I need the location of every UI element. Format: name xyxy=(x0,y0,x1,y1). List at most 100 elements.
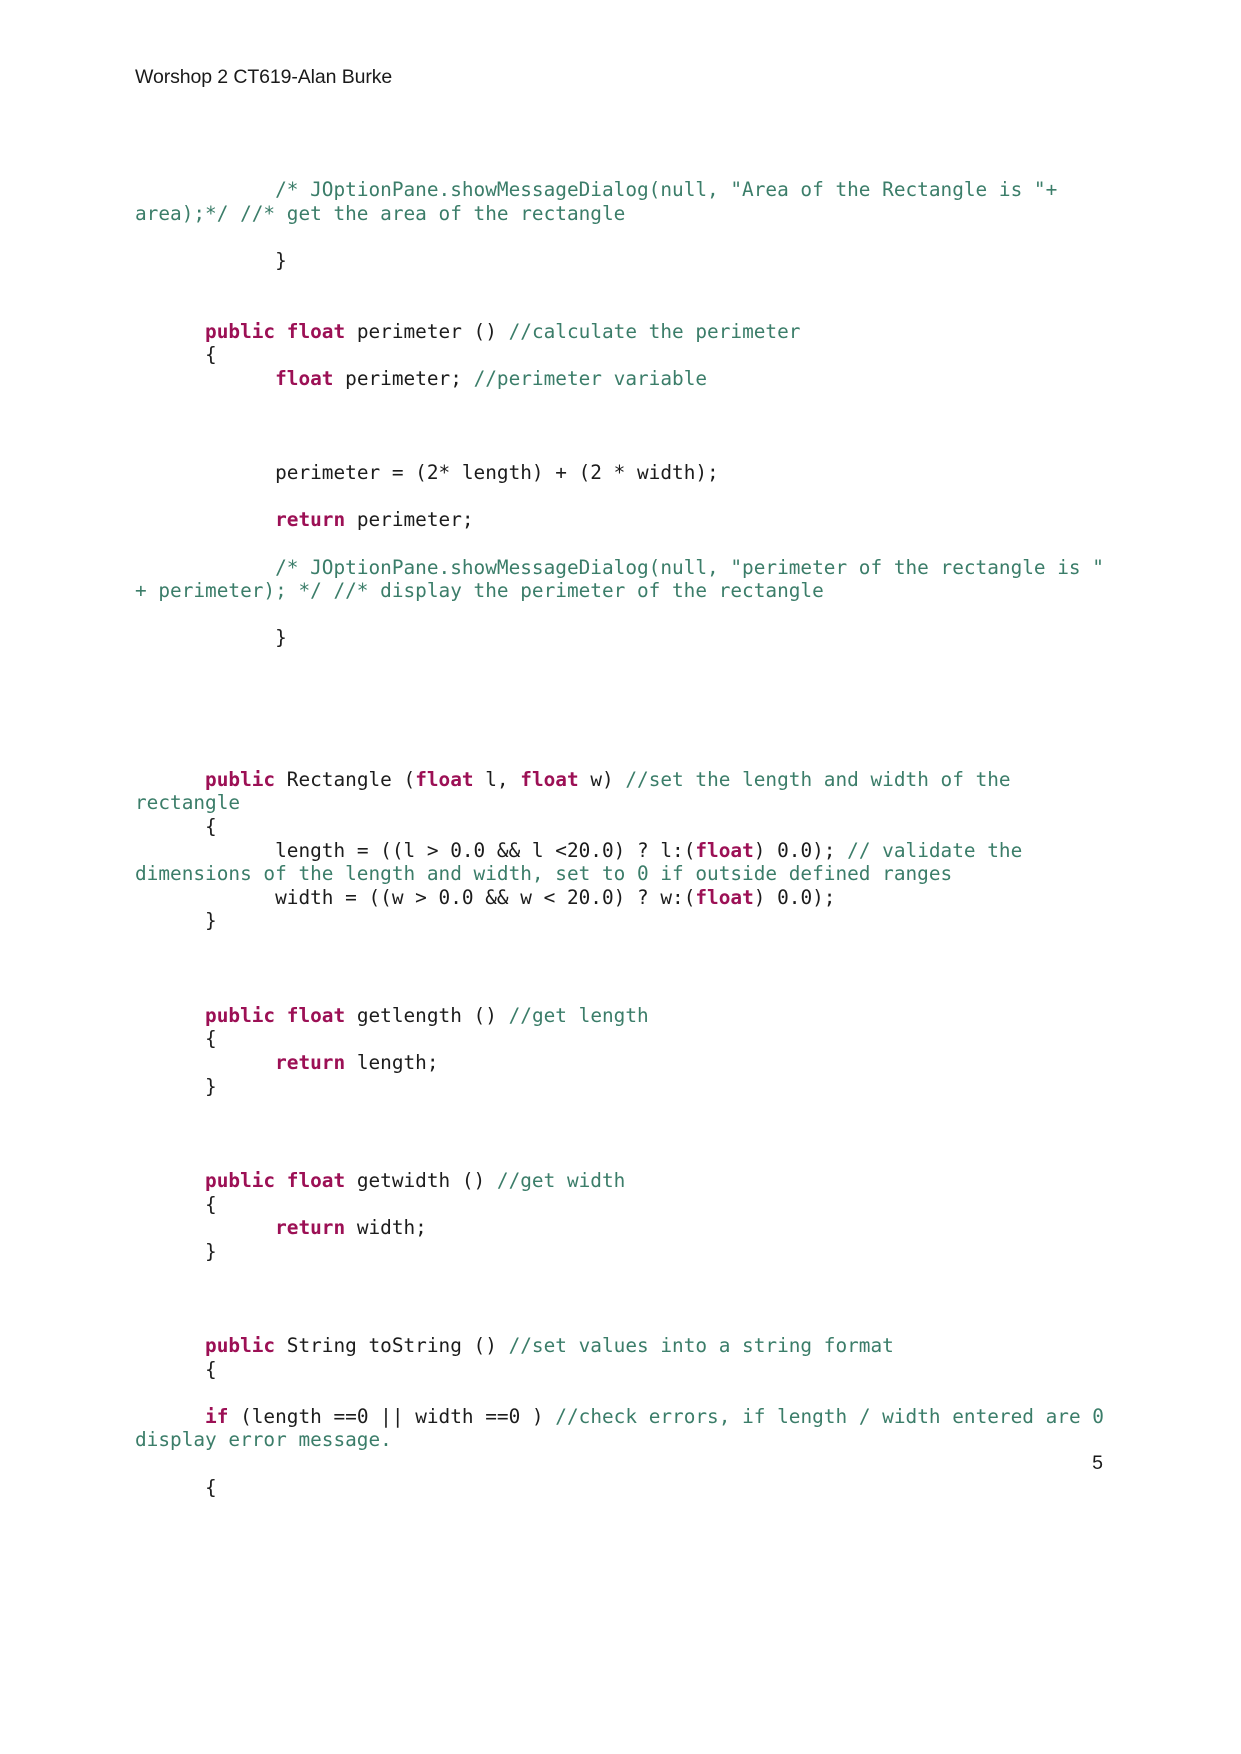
code-line: public float perimeter () //calculate th… xyxy=(135,320,1115,344)
code-text: getwidth () xyxy=(345,1168,497,1192)
code-text: l, xyxy=(473,767,521,791)
code-keyword: float xyxy=(520,767,579,791)
code-comment: //get width xyxy=(496,1168,626,1192)
code-line: return width; xyxy=(135,1216,1115,1240)
code-line: { xyxy=(135,1027,1115,1051)
code-comment: //perimeter variable xyxy=(473,366,708,390)
java-code-block: /* JOptionPane.showMessageDialog(null, "… xyxy=(135,178,1115,1499)
code-text: perimeter = (2* length) + (2 * width); xyxy=(135,461,719,485)
code-text: width = ((w > 0.0 && w < 20.0) ? w:( xyxy=(135,885,696,909)
code-text: } xyxy=(135,1239,217,1263)
code-keyword: public xyxy=(205,767,276,791)
code-keyword: float xyxy=(695,885,754,909)
code-text: width; xyxy=(345,1216,427,1240)
code-line: public Rectangle (float l, float w) //se… xyxy=(135,768,1115,815)
code-keyword: return xyxy=(275,1050,346,1074)
code-line: } xyxy=(135,249,1115,273)
code-text: { xyxy=(135,815,217,839)
code-text: perimeter; xyxy=(345,508,474,532)
code-line: return length; xyxy=(135,1051,1115,1075)
code-text: { xyxy=(135,1475,217,1499)
code-text: { xyxy=(135,1357,217,1381)
code-comment: /* JOptionPane.showMessageDialog(null, "… xyxy=(135,555,1116,603)
code-text: } xyxy=(135,909,217,933)
code-text: perimeter; xyxy=(333,366,474,390)
code-line: public float getwidth () //get width xyxy=(135,1169,1115,1193)
code-line: /* JOptionPane.showMessageDialog(null, "… xyxy=(135,556,1115,603)
code-text: } xyxy=(135,1074,217,1098)
code-line: } xyxy=(135,626,1115,650)
code-text: String toString () xyxy=(275,1334,509,1358)
code-text: ) 0.0); xyxy=(753,838,848,862)
document-page: Worshop 2 CT619-Alan Burke /* JOptionPan… xyxy=(0,0,1241,1754)
code-line: { xyxy=(135,343,1115,367)
code-keyword: public float xyxy=(205,1168,346,1192)
code-text: (length ==0 || width ==0 ) xyxy=(228,1404,556,1428)
code-keyword: float xyxy=(415,767,474,791)
code-text: w) xyxy=(578,767,626,791)
code-line: float perimeter; //perimeter variable xyxy=(135,367,1115,391)
code-line: } xyxy=(135,1240,1115,1264)
code-text: length = ((l > 0.0 && l <20.0) ? l:( xyxy=(135,838,696,862)
code-line: /* JOptionPane.showMessageDialog(null, "… xyxy=(135,178,1115,225)
code-comment: /* JOptionPane.showMessageDialog(null, "… xyxy=(135,178,1069,225)
code-text: length; xyxy=(345,1050,439,1074)
code-line: { xyxy=(135,1193,1115,1217)
document-header: Worshop 2 CT619-Alan Burke xyxy=(135,66,393,88)
code-keyword: float xyxy=(695,838,754,862)
code-comment: //calculate the perimeter xyxy=(508,319,801,343)
page-number: 5 xyxy=(1092,1452,1103,1474)
code-line: { xyxy=(135,1358,1115,1382)
code-line: if (length ==0 || width ==0 ) //check er… xyxy=(135,1405,1115,1452)
code-line: public String toString () //set values i… xyxy=(135,1334,1115,1358)
code-keyword: if xyxy=(205,1404,229,1428)
code-text: } xyxy=(135,626,287,650)
code-line: width = ((w > 0.0 && w < 20.0) ? w:(floa… xyxy=(135,886,1115,910)
code-text: perimeter () xyxy=(345,319,509,343)
code-keyword: return xyxy=(275,1216,346,1240)
code-text: Rectangle ( xyxy=(275,767,416,791)
code-comment: //get length xyxy=(508,1003,649,1027)
code-line: { xyxy=(135,815,1115,839)
code-line: { xyxy=(135,1476,1115,1500)
code-line: return perimeter; xyxy=(135,508,1115,532)
code-text: { xyxy=(135,343,217,367)
code-text: } xyxy=(135,248,287,272)
code-keyword: public xyxy=(205,1334,276,1358)
code-keyword: float xyxy=(275,366,334,390)
code-text: { xyxy=(135,1027,217,1051)
code-comment: //set values into a string format xyxy=(508,1334,894,1358)
